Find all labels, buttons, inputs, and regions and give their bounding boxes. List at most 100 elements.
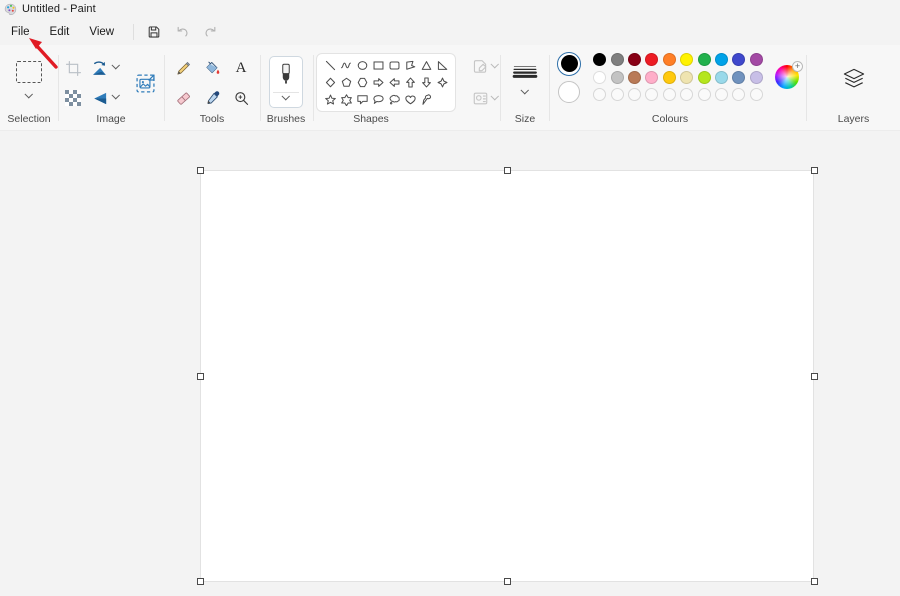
- rotate-dropdown-chevron-icon[interactable]: [112, 61, 120, 69]
- canvas-handle-bottom-center[interactable]: [504, 578, 511, 585]
- custom-colour-slot[interactable]: [732, 88, 745, 101]
- secondary-colour[interactable]: [558, 81, 580, 103]
- canvas-handle-top-right[interactable]: [811, 167, 818, 174]
- colour-swatch[interactable]: [645, 53, 658, 66]
- colour-swatch[interactable]: [628, 71, 641, 84]
- shape-lightning[interactable]: [418, 91, 434, 108]
- colour-swatch[interactable]: [715, 71, 728, 84]
- canvas-handle-top-left[interactable]: [197, 167, 204, 174]
- shape-curve[interactable]: [338, 57, 354, 74]
- text-icon[interactable]: A: [226, 54, 256, 82]
- outline-dropdown-chevron-icon[interactable]: [491, 60, 499, 68]
- canvas-handle-bottom-left[interactable]: [197, 578, 204, 585]
- shape-right-triangle[interactable]: [434, 57, 450, 74]
- canvas-handle-bottom-right[interactable]: [811, 578, 818, 585]
- rotate-icon[interactable]: [86, 54, 113, 82]
- colour-swatch[interactable]: [611, 53, 624, 66]
- shape-rounded-callout[interactable]: [370, 91, 386, 108]
- colour-swatch[interactable]: [663, 53, 676, 66]
- canvas-handle-top-center[interactable]: [504, 167, 511, 174]
- shape-four-point-star[interactable]: [434, 74, 450, 91]
- colour-swatch[interactable]: [611, 71, 624, 84]
- shape-rectangular-callout[interactable]: [354, 91, 370, 108]
- eyedropper-icon[interactable]: [197, 84, 227, 112]
- colour-swatch[interactable]: [663, 71, 676, 84]
- custom-colour-slot[interactable]: [680, 88, 693, 101]
- custom-colour-slot[interactable]: [750, 88, 763, 101]
- colour-swatch[interactable]: [715, 53, 728, 66]
- colour-swatch[interactable]: [680, 53, 693, 66]
- fill-icon[interactable]: [468, 87, 492, 111]
- paint-window: Untitled - Paint File Edit View: [0, 0, 900, 596]
- rectangular-selection-icon[interactable]: [11, 57, 47, 87]
- selection-dropdown-chevron-icon[interactable]: [17, 90, 41, 103]
- shape-hexagon[interactable]: [354, 74, 370, 91]
- colour-swatch[interactable]: [732, 53, 745, 66]
- save-icon[interactable]: [141, 21, 167, 43]
- colour-swatch[interactable]: [645, 71, 658, 84]
- primary-colour[interactable]: [557, 52, 581, 76]
- colour-swatch[interactable]: [750, 53, 763, 66]
- brushes-dropdown-chevron-icon[interactable]: [282, 92, 290, 100]
- transparency-icon[interactable]: [60, 84, 86, 112]
- layers-icon[interactable]: [835, 63, 873, 95]
- menu-edit[interactable]: Edit: [41, 23, 79, 41]
- shape-five-point-star[interactable]: [322, 91, 338, 108]
- custom-colour-slot[interactable]: [628, 88, 641, 101]
- shape-rectangle[interactable]: [370, 57, 386, 74]
- colour-swatch[interactable]: [750, 71, 763, 84]
- shape-cloud-callout[interactable]: [386, 91, 402, 108]
- colour-swatch[interactable]: [593, 53, 606, 66]
- flip-icon[interactable]: [86, 84, 113, 112]
- menu-file[interactable]: File: [2, 23, 39, 41]
- shape-right-arrow[interactable]: [370, 74, 386, 91]
- menu-bar: File Edit View: [0, 18, 900, 45]
- shape-left-arrow[interactable]: [386, 74, 402, 91]
- flip-dropdown-chevron-icon[interactable]: [112, 91, 120, 99]
- size-dropdown-chevron-icon[interactable]: [513, 87, 537, 99]
- custom-colour-slot[interactable]: [715, 88, 728, 101]
- drawing-canvas[interactable]: [201, 171, 813, 581]
- pencil-icon[interactable]: [168, 54, 198, 82]
- custom-colour-slot[interactable]: [593, 88, 606, 101]
- shape-up-arrow[interactable]: [402, 74, 418, 91]
- shape-oval[interactable]: [354, 57, 370, 74]
- brush-icon[interactable]: [269, 56, 303, 108]
- shape-line[interactable]: [322, 57, 338, 74]
- custom-colour-slot[interactable]: [698, 88, 711, 101]
- custom-colour-slot[interactable]: [645, 88, 658, 101]
- menu-view[interactable]: View: [80, 23, 123, 41]
- group-label-image: Image: [59, 113, 163, 125]
- crop-icon[interactable]: [60, 54, 86, 82]
- colour-swatch[interactable]: [698, 53, 711, 66]
- eraser-icon[interactable]: [168, 84, 198, 112]
- custom-colour-slot[interactable]: [611, 88, 624, 101]
- colour-wheel-icon[interactable]: +: [775, 65, 799, 89]
- colour-swatch[interactable]: [680, 71, 693, 84]
- line-size-icon[interactable]: [508, 59, 542, 83]
- shape-polygon[interactable]: [402, 57, 418, 74]
- colour-swatch[interactable]: [732, 71, 745, 84]
- shape-rounded-rectangle[interactable]: [386, 57, 402, 74]
- canvas-handle-middle-left[interactable]: [197, 373, 204, 380]
- group-colours: + Colours: [550, 45, 806, 131]
- canvas-handle-middle-right[interactable]: [811, 373, 818, 380]
- redo-icon[interactable]: [197, 21, 223, 43]
- shape-heart[interactable]: [402, 91, 418, 108]
- fill-dropdown-chevron-icon[interactable]: [491, 92, 499, 100]
- colour-swatch[interactable]: [593, 71, 606, 84]
- colour-swatch[interactable]: [628, 53, 641, 66]
- shape-diamond[interactable]: [322, 74, 338, 91]
- shape-six-point-star[interactable]: [338, 91, 354, 108]
- resize-image-icon[interactable]: [128, 66, 162, 100]
- colour-swatch[interactable]: [698, 71, 711, 84]
- outline-icon[interactable]: [468, 55, 492, 79]
- shape-triangle[interactable]: [418, 57, 434, 74]
- undo-icon[interactable]: [169, 21, 195, 43]
- canvas-workspace: [0, 131, 900, 596]
- shape-down-arrow[interactable]: [418, 74, 434, 91]
- custom-colour-slot[interactable]: [663, 88, 676, 101]
- shape-pentagon[interactable]: [338, 74, 354, 91]
- fill-bucket-icon[interactable]: [197, 54, 227, 82]
- magnifier-icon[interactable]: [226, 84, 256, 112]
